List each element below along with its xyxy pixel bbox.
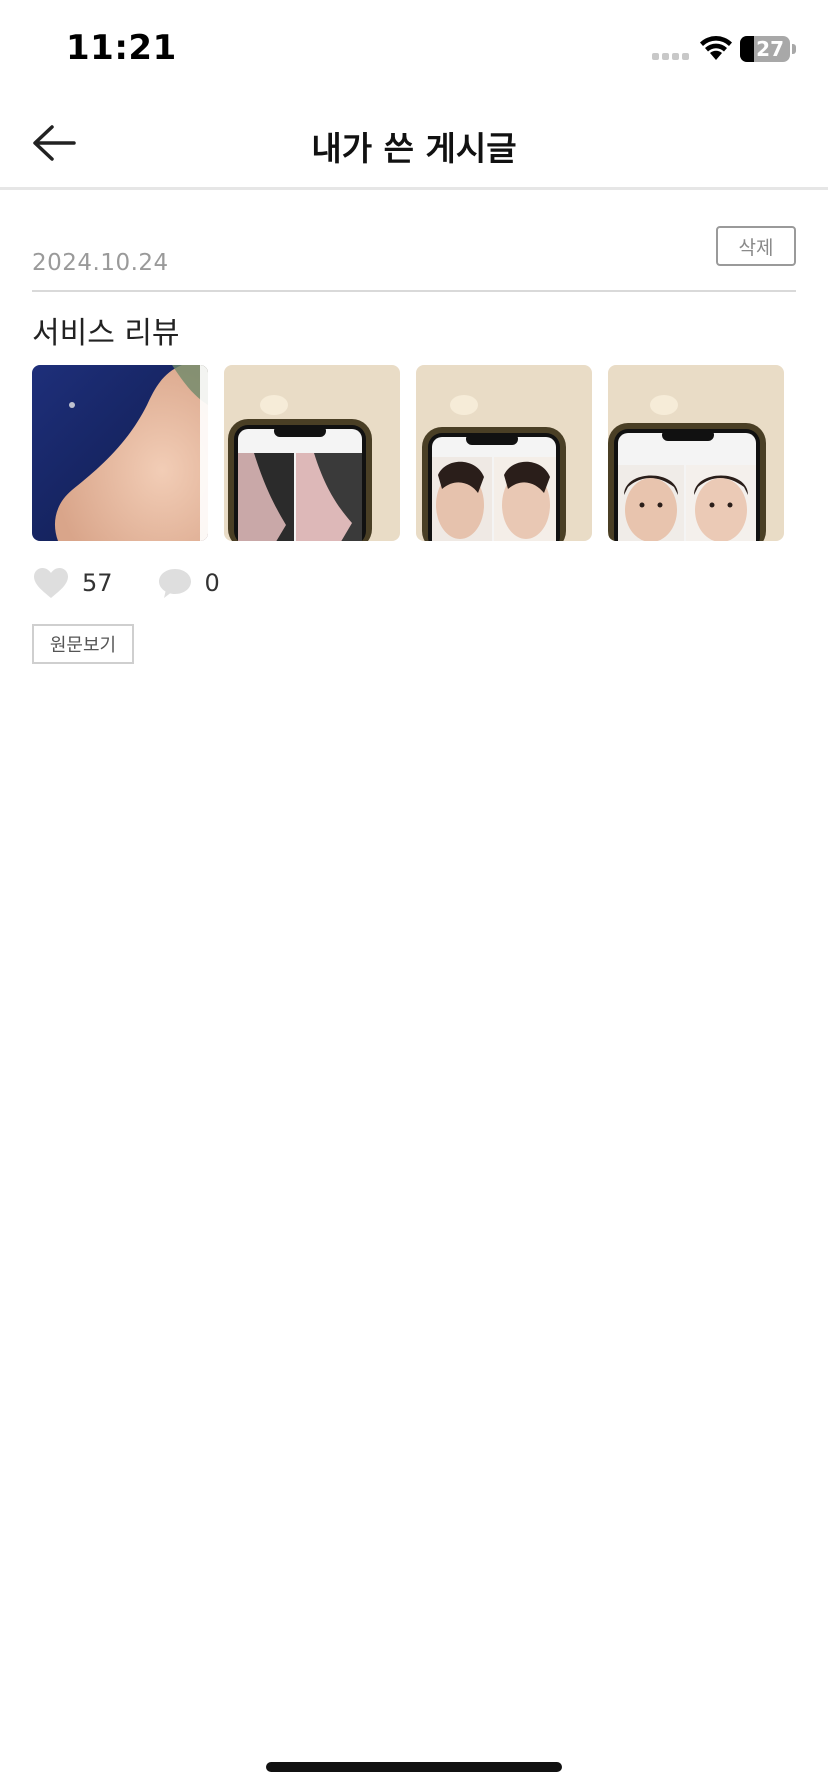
comment-count: 0 — [204, 569, 220, 597]
phone-face-profile-photo — [416, 365, 592, 541]
battery-icon: 27 — [740, 36, 790, 62]
phone-face-front-photo — [608, 365, 784, 541]
nose-closeup-photo — [32, 365, 208, 541]
heart-icon — [34, 568, 68, 598]
like-count: 57 — [82, 569, 113, 597]
battery-cap — [792, 44, 796, 54]
image-gallery — [32, 365, 784, 541]
divider — [32, 290, 796, 292]
status-time: 11:21 — [66, 28, 177, 68]
post-date: 2024.10.24 — [32, 250, 169, 276]
battery-level: 27 — [756, 37, 784, 61]
home-indicator — [266, 1762, 562, 1772]
comment-icon — [158, 569, 191, 598]
post-image-3[interactable] — [416, 365, 592, 541]
like-button[interactable]: 57 — [32, 566, 113, 600]
post-image-1[interactable] — [32, 365, 208, 541]
post-title: 서비스 리뷰 — [32, 316, 180, 351]
page-title: 내가 쓴 게시글 — [311, 129, 517, 168]
view-original-button[interactable]: 원문보기 — [32, 624, 134, 664]
post-image-2[interactable] — [224, 365, 400, 541]
nav-bar: 내가 쓴 게시글 — [0, 100, 828, 190]
delete-button[interactable]: 삭제 — [716, 226, 796, 266]
post-stats: 57 0 — [32, 563, 220, 603]
phone-nose-profile-photo — [224, 365, 400, 541]
cellular-signal-icon — [652, 53, 689, 60]
battery-fill — [740, 36, 754, 62]
status-bar: 11:21 27 — [0, 0, 828, 100]
wifi-icon — [700, 36, 732, 60]
post-image-4[interactable] — [608, 365, 784, 541]
comment-button[interactable]: 0 — [157, 566, 220, 600]
